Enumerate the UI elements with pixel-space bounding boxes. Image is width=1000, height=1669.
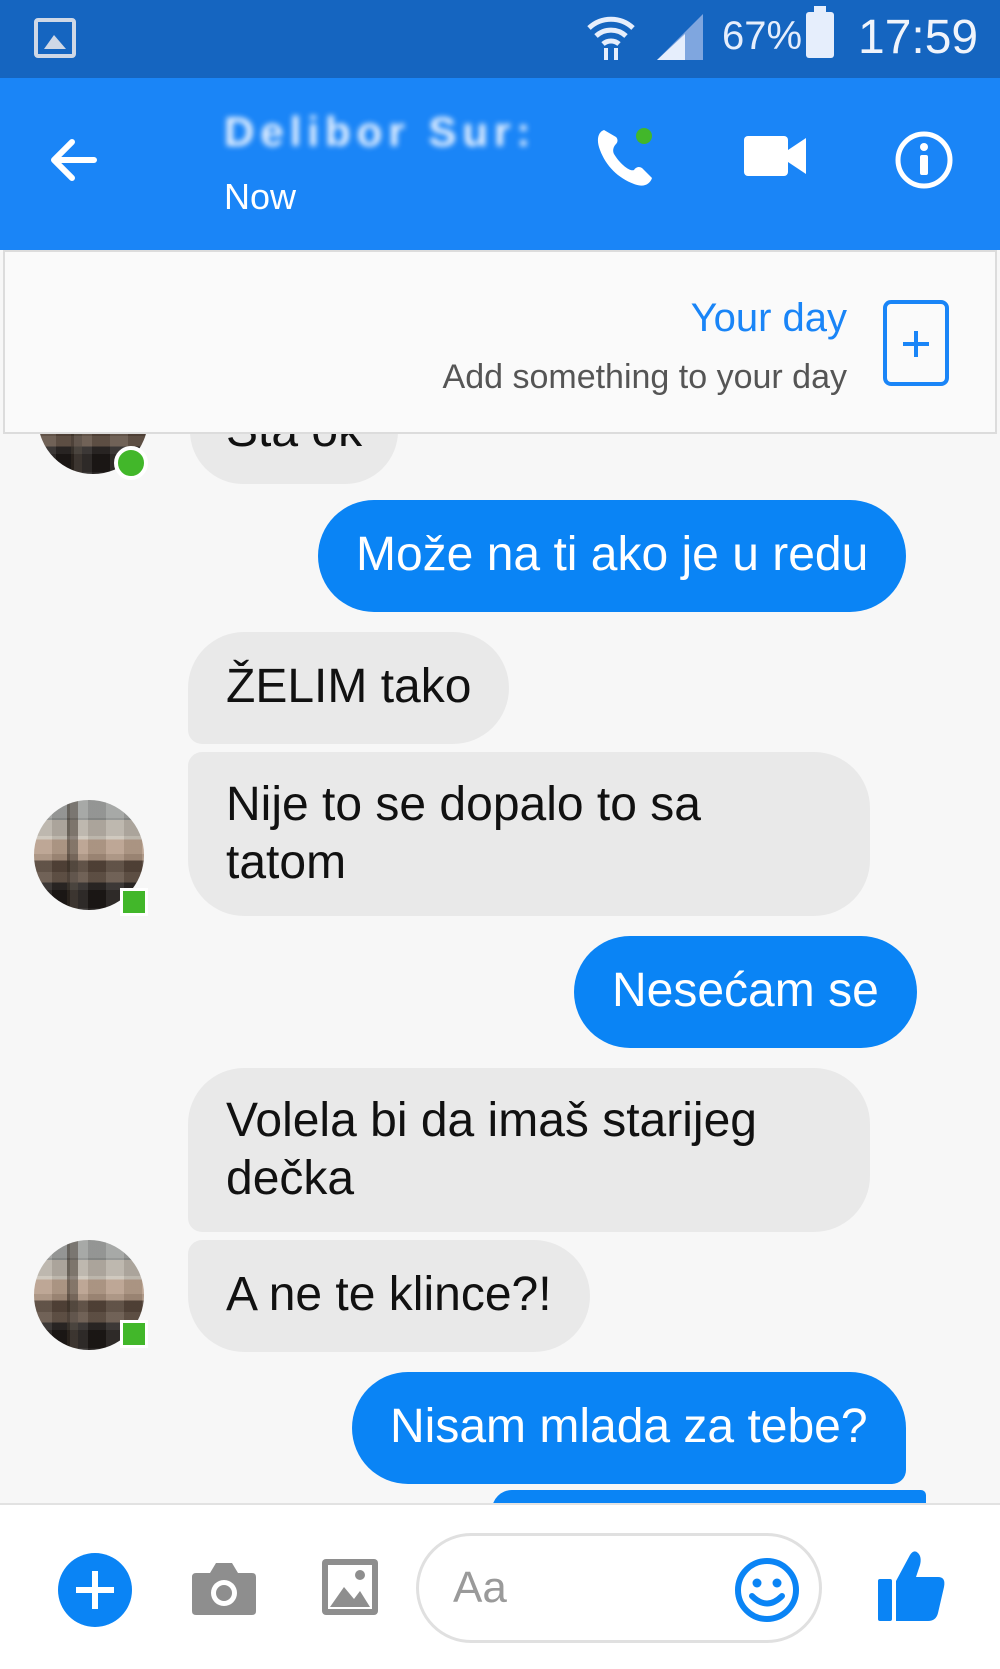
gallery-icon — [34, 18, 76, 58]
incoming-message[interactable]: Šta ok — [190, 434, 399, 484]
online-indicator — [120, 1320, 148, 1348]
outgoing-message[interactable]: Može na ti ako je u redu — [318, 500, 907, 612]
message-text: A ne te klince?! — [226, 1268, 552, 1321]
incoming-message[interactable]: Volela bi da imaš starijeg dečka — [188, 1068, 870, 1232]
incoming-message[interactable]: Nije to se dopalo to sa tatom — [188, 752, 870, 916]
signal-icon — [657, 14, 703, 60]
plus-icon[interactable] — [58, 1553, 132, 1627]
composer-bar — [0, 1503, 1000, 1669]
online-indicator — [114, 446, 148, 480]
battery-percent: 67% — [722, 14, 803, 58]
message-text: Nisam mlada za tebe? — [390, 1400, 868, 1453]
conversation-header: Delibor Sur: Now — [0, 78, 1000, 250]
phone-icon[interactable] — [590, 122, 660, 192]
info-icon[interactable] — [894, 130, 954, 190]
camera-icon[interactable] — [190, 1559, 258, 1617]
list-item: Šta ok — [0, 434, 1000, 484]
image-icon[interactable] — [320, 1557, 380, 1617]
message-text: Šta ok — [226, 434, 362, 457]
incoming-message[interactable]: A ne te klince?! — [188, 1240, 590, 1352]
thumbs-up-icon[interactable] — [876, 1549, 946, 1623]
message-text-line: dečka — [226, 1152, 355, 1205]
add-to-day-button[interactable] — [883, 300, 949, 386]
outgoing-message[interactable]: Nisam mlada za tebe? — [352, 1372, 906, 1484]
your-day-banner[interactable]: Your day Add something to your day — [3, 250, 997, 434]
message-text: Nesećam se — [612, 964, 879, 1017]
message-text: ŽELIM tako — [226, 660, 472, 713]
your-day-title[interactable]: Your day — [691, 296, 847, 341]
presence-status: Now — [224, 176, 297, 217]
message-text-line: tatom — [226, 836, 347, 889]
contact-name[interactable]: Delibor Sur: — [224, 108, 536, 156]
status-bar: 67% 17:59 — [0, 0, 1000, 78]
wifi-icon — [587, 16, 635, 60]
video-icon[interactable] — [744, 136, 808, 176]
outgoing-message[interactable]: Nesećam se — [574, 936, 917, 1048]
message-text: Može na ti ako je u redu — [356, 528, 869, 581]
battery-icon — [806, 6, 834, 58]
message-text-line: Volela bi da imaš starijeg — [226, 1094, 757, 1147]
incoming-message[interactable]: ŽELIM tako — [188, 632, 510, 744]
your-day-subtitle: Add something to your day — [442, 358, 847, 396]
clock: 17:59 — [858, 11, 979, 64]
message-text-line: Nije to se dopalo to sa — [226, 778, 701, 831]
online-indicator — [120, 888, 148, 916]
back-arrow-icon[interactable] — [44, 130, 104, 190]
emoji-icon[interactable] — [734, 1557, 800, 1623]
